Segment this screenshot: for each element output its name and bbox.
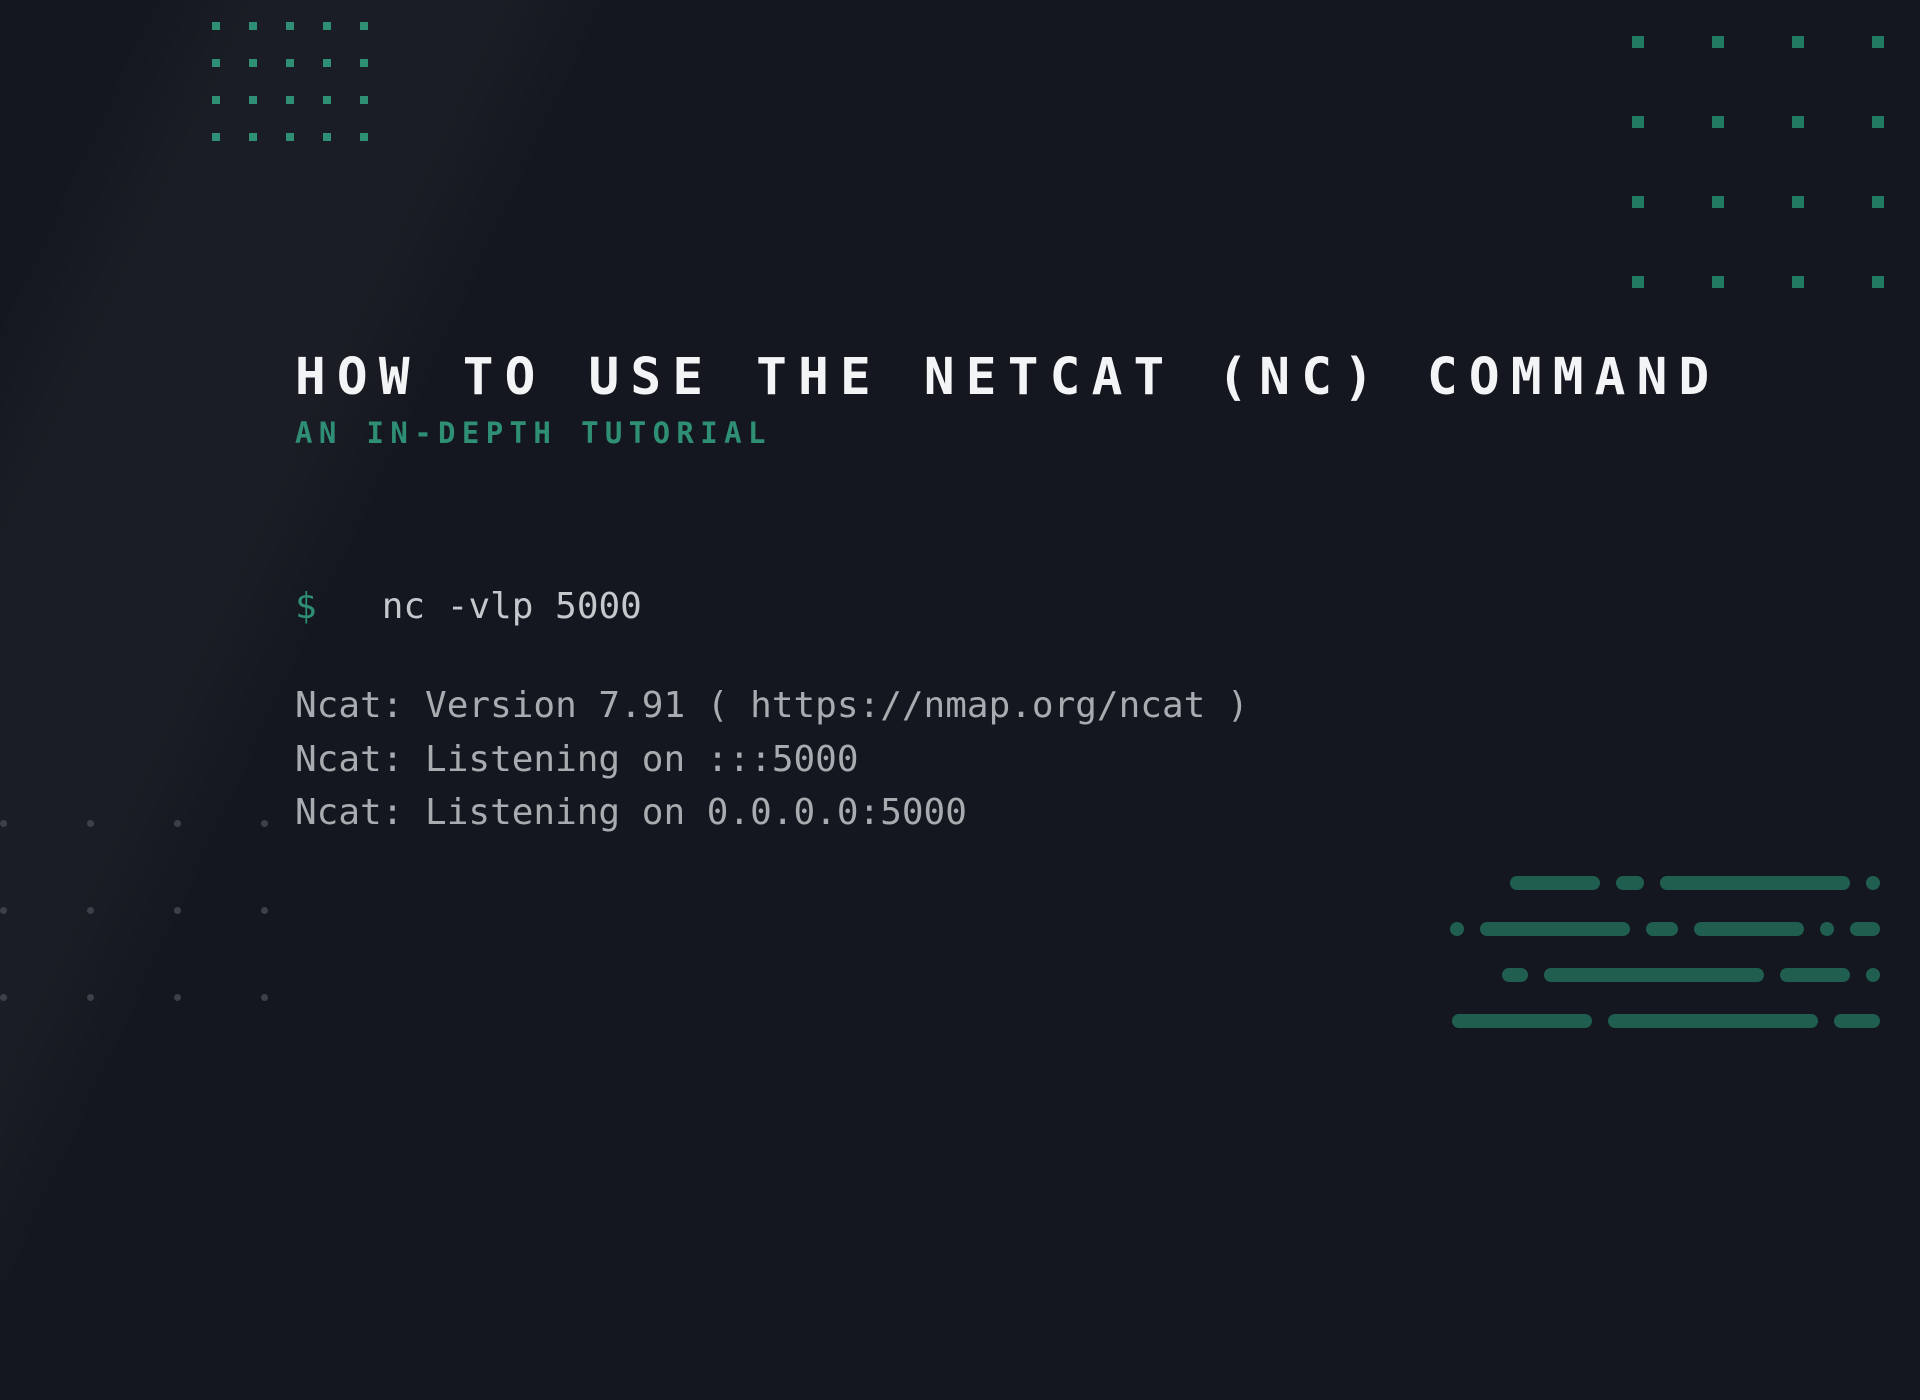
terminal-command: nc -vlp 5000 [382, 586, 642, 627]
decor-dot-grid-bottom-left [0, 820, 268, 1081]
terminal-output-line: Ncat: Version 7.91 ( https://nmap.org/nc… [295, 679, 1720, 732]
terminal-prompt: $ [295, 586, 317, 627]
decor-dot-grid-top-left [212, 22, 368, 141]
page-title: HOW TO USE THE NETCAT (NC) COMMAND [295, 350, 1720, 406]
decor-dashes-bottom-right [1450, 876, 1880, 1028]
decor-dot-grid-top-right [1632, 36, 1884, 288]
terminal-output-line: Ncat: Listening on 0.0.0.0:5000 [295, 786, 1720, 839]
terminal-output-line: Ncat: Listening on :::5000 [295, 733, 1720, 786]
content-block: HOW TO USE THE NETCAT (NC) COMMAND AN IN… [295, 350, 1720, 839]
terminal-block: $ nc -vlp 5000 Ncat: Version 7.91 ( http… [295, 580, 1720, 839]
terminal-command-line: $ nc -vlp 5000 [295, 580, 1720, 633]
page-subtitle: AN IN-DEPTH TUTORIAL [295, 416, 1720, 450]
